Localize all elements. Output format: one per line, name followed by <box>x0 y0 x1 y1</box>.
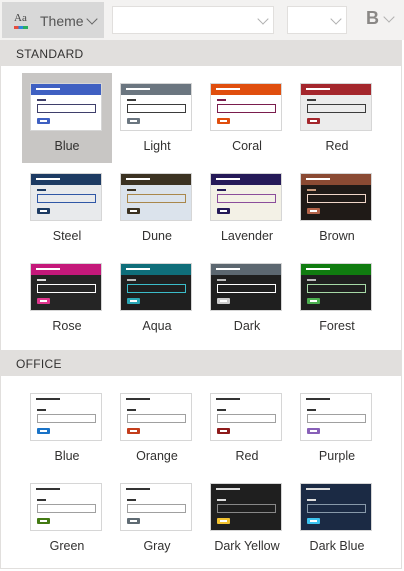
theme-option[interactable]: Orange <box>112 383 202 473</box>
theme-option-label: Coral <box>232 139 262 153</box>
theme-option[interactable]: Coral <box>202 73 292 163</box>
chevron-down-icon <box>330 13 342 25</box>
theme-preview-swatch <box>300 263 372 311</box>
theme-option-label: Light <box>143 139 171 153</box>
theme-option[interactable]: Dark <box>202 253 292 343</box>
bold-button[interactable]: B <box>366 8 379 29</box>
theme-option[interactable]: Red <box>202 383 292 473</box>
theme-gallery: STANDARD Blue Light Coral Red Steel Dune Laven… <box>0 40 402 569</box>
theme-preview-swatch <box>30 483 102 531</box>
theme-option[interactable]: Green <box>22 473 112 563</box>
theme-icon: Aa <box>14 12 30 30</box>
theme-option-label: Aqua <box>142 319 172 333</box>
theme-button-label: Theme <box>40 13 84 29</box>
font-family-dropdown[interactable] <box>112 6 274 34</box>
theme-option[interactable]: Purple <box>292 383 382 473</box>
theme-option[interactable]: Dune <box>112 163 202 253</box>
theme-preview-swatch <box>210 483 282 531</box>
theme-option[interactable]: Gray <box>112 473 202 563</box>
theme-preview-swatch <box>300 83 372 131</box>
theme-option[interactable]: Dark Yellow <box>202 473 292 563</box>
theme-option[interactable]: Light <box>112 73 202 163</box>
section-header-standard: STANDARD <box>1 40 401 66</box>
theme-option-label: Gray <box>143 539 171 553</box>
theme-preview-swatch <box>120 393 192 441</box>
theme-option-label: Purple <box>318 449 356 463</box>
theme-button[interactable]: Aa Theme <box>2 2 104 38</box>
theme-preview-swatch <box>210 83 282 131</box>
theme-preview-swatch <box>210 393 282 441</box>
chevron-down-icon[interactable] <box>383 11 395 23</box>
theme-option[interactable]: Steel <box>22 163 112 253</box>
theme-option[interactable]: Lavender <box>202 163 292 253</box>
theme-option-label: Brown <box>319 229 355 243</box>
theme-preview-swatch <box>300 173 372 221</box>
theme-option[interactable]: Blue <box>22 383 112 473</box>
chevron-down-icon <box>86 13 98 25</box>
theme-option-label: Green <box>49 539 85 553</box>
theme-preview-swatch <box>120 173 192 221</box>
theme-option[interactable]: Red <box>292 73 382 163</box>
theme-option-label: Lavender <box>220 229 274 243</box>
theme-preview-swatch <box>30 173 102 221</box>
theme-preview-swatch <box>300 483 372 531</box>
theme-option[interactable]: Rose <box>22 253 112 343</box>
theme-preview-swatch <box>300 393 372 441</box>
theme-preview-swatch <box>210 263 282 311</box>
theme-preview-swatch <box>30 83 102 131</box>
theme-option-label: Dark Yellow <box>214 539 280 553</box>
theme-preview-swatch <box>30 393 102 441</box>
theme-option-label: Blue <box>54 139 80 153</box>
theme-option[interactable]: Aqua <box>112 253 202 343</box>
section-header-office: OFFICE <box>1 350 401 376</box>
theme-option-label: Dark <box>233 319 261 333</box>
theme-option-label: Red <box>325 139 349 153</box>
theme-option[interactable]: Dark Blue <box>292 473 382 563</box>
font-size-dropdown[interactable] <box>287 6 347 34</box>
theme-option[interactable]: Forest <box>292 253 382 343</box>
theme-option-label: Forest <box>319 319 355 333</box>
toolbar: Aa Theme B <box>0 0 404 40</box>
theme-option-label: Steel <box>52 229 82 243</box>
theme-option-label: Dune <box>142 229 172 243</box>
theme-preview-swatch <box>210 173 282 221</box>
theme-preview-swatch <box>120 483 192 531</box>
theme-preview-swatch <box>120 83 192 131</box>
theme-option[interactable]: Blue <box>22 73 112 163</box>
theme-preview-swatch <box>120 263 192 311</box>
theme-option-label: Dark Blue <box>309 539 365 553</box>
theme-option-label: Blue <box>54 449 80 463</box>
theme-preview-swatch <box>30 263 102 311</box>
theme-option[interactable]: Brown <box>292 163 382 253</box>
chevron-down-icon <box>257 13 269 25</box>
theme-option-label: Rose <box>52 319 82 333</box>
theme-option-label: Orange <box>136 449 178 463</box>
theme-option-label: Red <box>235 449 259 463</box>
